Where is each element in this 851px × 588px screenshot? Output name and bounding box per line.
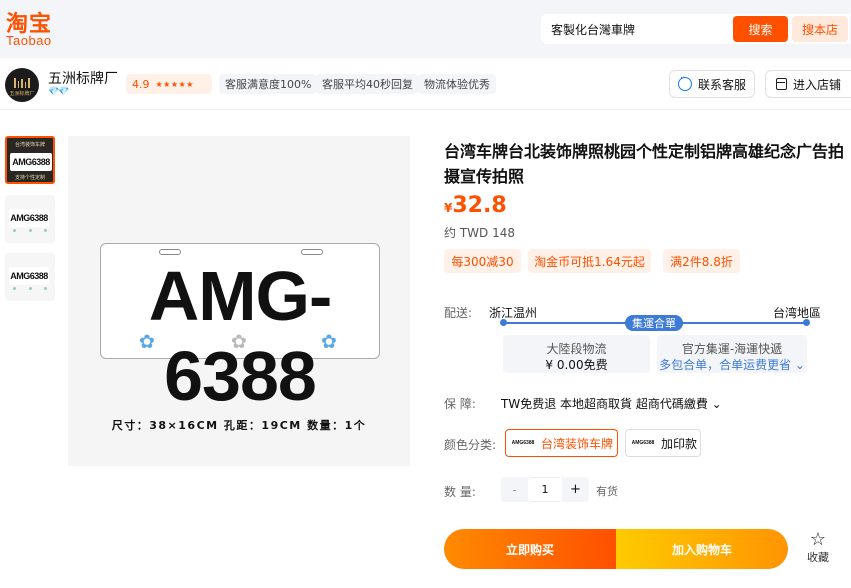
thumb-top-caption: 台湾装饰车牌 <box>14 142 45 148</box>
top-header: 淘宝 Taobao 搜索 搜本店 <box>0 0 851 58</box>
guarantee-dropdown[interactable]: TW免费退 本地超商取貨 超商代碼繳費 ⌄ <box>501 395 722 412</box>
quantity-label: 数 量: <box>444 485 476 499</box>
star-outline-icon: ☆ <box>809 529 827 550</box>
customer-service-button[interactable]: 联系客服 <box>669 70 755 98</box>
thumb-star-icons <box>13 229 47 232</box>
enter-store-label: 进入店铺 <box>792 77 841 92</box>
rating-value: 4.9 <box>132 77 150 91</box>
variant-label: 台湾装饰车牌 <box>541 436 614 451</box>
variant-thumb: AMG6388 <box>510 434 536 452</box>
favorite-label: 收藏 <box>807 551 829 564</box>
shop-name[interactable]: 五洲标牌厂 <box>48 68 118 88</box>
license-plate-illustration: AMG-6388 ✿ ✿ ✿ <box>100 243 380 415</box>
diamond-level-icon: 💎💎 <box>48 87 69 97</box>
thumb-star-icons <box>13 287 47 290</box>
promo-tag-1[interactable]: 每300减30 <box>444 249 521 273</box>
favorite-button[interactable]: ☆ 收藏 <box>803 530 833 566</box>
grey-star-icon: ✿ <box>231 331 247 353</box>
enter-store-button[interactable]: 进入店铺 <box>765 70 851 98</box>
official-consolidation-title: 官方集運-海運快遞 <box>681 342 783 356</box>
price-approx-twd: 约 TWD 148 <box>444 226 515 240</box>
variant-label: 加印款 <box>661 436 698 451</box>
search-store-button[interactable]: 搜本店 <box>792 16 848 42</box>
product-title: 台湾车牌台北装饰牌照桃园个性定制铝牌高雄纪念广告拍摄宣传拍照 <box>444 142 845 186</box>
search-input[interactable] <box>551 21 721 37</box>
promo-tag-3[interactable]: 满2件8.8折 <box>663 249 740 273</box>
customer-service-label: 联系客服 <box>697 77 746 92</box>
gallery-thumb-2[interactable]: AMG6388 <box>5 195 55 243</box>
variant-option-print[interactable]: AMG6388 加印款 <box>625 429 701 457</box>
variant-thumb: AMG6388 <box>630 434 656 452</box>
guarantee-label: 保 障: <box>444 397 476 411</box>
shop-logo-icon <box>14 78 30 88</box>
color-label: 颜色分类: <box>444 438 497 452</box>
gallery-thumb-3[interactable]: AMG6388 <box>5 253 55 301</box>
mainland-logistics-card: 大陸段物流 ¥ 0.00免费 <box>503 335 650 373</box>
plate-hole-right <box>301 249 323 255</box>
mainland-logistics-price: ¥ 0.00免费 <box>545 358 608 372</box>
variant-option-plate[interactable]: AMG6388 台湾装饰车牌 <box>505 429 618 457</box>
quantity-stepper: - 1 + <box>501 477 589 502</box>
store-icon <box>775 78 787 90</box>
plate-spec-text: 尺寸：38×16CM 孔距：19CM 数量：1个 <box>111 419 367 432</box>
taobao-logo[interactable]: 淘宝 Taobao <box>6 6 66 48</box>
product-price: ¥32.8 <box>444 193 507 218</box>
shop-rating: 4.9 ★★★★★ <box>126 74 212 94</box>
shop-avatar[interactable]: 五洲标牌厂 <box>5 68 39 102</box>
ship-destination[interactable]: 台湾地區 <box>773 304 821 321</box>
shop-bar: 五洲标牌厂 五洲标牌厂 💎💎 4.9 ★★★★★ 客服满意度100% 客服平均4… <box>0 58 851 110</box>
main-product-image[interactable]: AMG-6388 ✿ ✿ ✿ 尺寸：38×16CM 孔距：19CM 数量：1个 <box>68 136 410 466</box>
logo-english: Taobao <box>6 33 52 48</box>
rating-stars-icon: ★★★★★ <box>155 79 194 89</box>
badge-cs-response: 客服平均40秒回复 <box>316 74 419 94</box>
quantity-decrease-button[interactable]: - <box>501 477 528 502</box>
consolidation-note[interactable]: 多包合单，合单运费更省 ⌄ <box>657 356 807 373</box>
chat-icon <box>677 73 692 91</box>
quantity-increase-button[interactable]: + <box>562 477 589 502</box>
thumb-plate: AMG6388 <box>10 153 52 171</box>
stock-status: 有货 <box>596 485 618 498</box>
route-dot-start <box>500 319 507 326</box>
buy-now-button[interactable]: 立即购买 <box>444 529 616 569</box>
plate-hole-left <box>159 249 181 255</box>
add-to-cart-button[interactable]: 加入购物车 <box>616 529 788 569</box>
thumb-plate: AMG6388 <box>9 267 49 285</box>
thumb-bottom-caption: 支持个性定制 <box>14 175 45 181</box>
price-value: 32.8 <box>452 193 507 218</box>
consolidation-tag: 集運合單 <box>625 315 683 331</box>
route-dot-end <box>803 319 810 326</box>
ship-origin: 浙江温州 <box>489 306 538 320</box>
search-button[interactable]: 搜索 <box>733 16 788 42</box>
badge-cs-satisfaction: 客服满意度100% <box>219 74 318 94</box>
gallery-thumb-1[interactable]: 台湾装饰车牌 AMG6388 支持个性定制 <box>5 136 55 184</box>
blue-star-icon: ✿ <box>139 331 155 353</box>
delivery-label: 配送: <box>444 306 473 320</box>
badge-logistics: 物流体验优秀 <box>418 74 496 94</box>
mainland-logistics-title: 大陸段物流 <box>546 342 607 356</box>
thumb-plate: AMG6388 <box>9 209 49 227</box>
promo-tag-2[interactable]: 淘金币可抵1.64元起 <box>528 249 651 273</box>
quantity-input[interactable]: 1 <box>530 477 560 502</box>
avatar-caption: 五洲标牌厂 <box>9 91 35 97</box>
blue-star-icon: ✿ <box>321 331 337 353</box>
official-consolidation-card[interactable]: 官方集運-海運快遞 多包合单，合单运费更省 ⌄ <box>657 335 807 373</box>
